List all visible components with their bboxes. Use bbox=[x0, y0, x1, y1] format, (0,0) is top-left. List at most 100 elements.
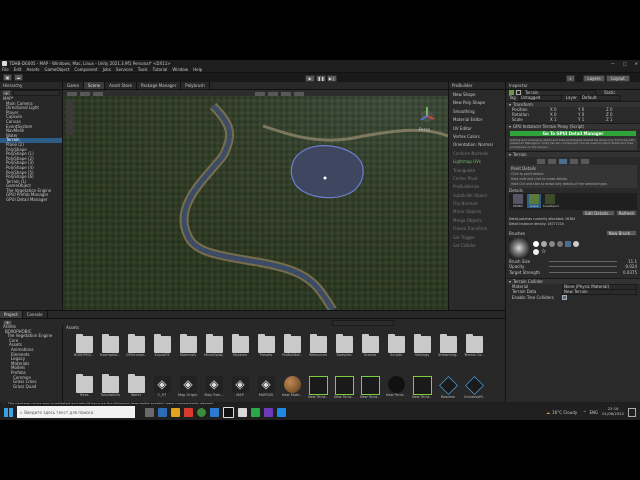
pb-subdivide-object[interactable]: Subdivide Object bbox=[449, 192, 505, 200]
asset-folder[interactable]: ProBuilder... bbox=[282, 334, 302, 357]
terrain-tool-button[interactable] bbox=[536, 157, 546, 165]
brush-option[interactable] bbox=[573, 240, 579, 247]
pb-freeze-transform[interactable]: Freeze Transform bbox=[449, 225, 505, 233]
asset-folder[interactable]: KriptoFX bbox=[152, 334, 172, 357]
asset-folder[interactable]: Samples bbox=[334, 334, 354, 357]
pb-vertex-colors[interactable]: Vertex Colors bbox=[449, 133, 505, 141]
asset-folder[interactable]: BOXOPHO... bbox=[74, 334, 94, 357]
app-icon[interactable] bbox=[158, 407, 167, 417]
brush-option[interactable] bbox=[533, 248, 539, 255]
menu-gameobject[interactable]: GameObject bbox=[44, 67, 69, 72]
tab-scene[interactable]: Scene bbox=[83, 82, 106, 89]
asset-terrain-layer[interactable]: New Terra... bbox=[386, 376, 406, 397]
asset-folder[interactable]: Water bbox=[126, 374, 146, 397]
new-brush-button[interactable]: New Brush... bbox=[605, 230, 637, 237]
asset-unity-scene[interactable]: ◈ MAPSSS bbox=[256, 376, 276, 397]
menu-services[interactable]: Services bbox=[116, 67, 133, 72]
pb-new-poly-shape[interactable]: New Poly Shape bbox=[449, 99, 505, 107]
terrain-settings-button[interactable] bbox=[580, 157, 590, 165]
asset-folder[interactable]: MicroSplat... bbox=[204, 334, 224, 357]
brush-option[interactable] bbox=[541, 240, 547, 247]
menu-jobs[interactable]: Jobs bbox=[103, 67, 111, 72]
asset-unity-scene[interactable]: ◈ Map Tran... bbox=[204, 376, 224, 397]
unity-editor-icon[interactable] bbox=[238, 407, 247, 417]
asset-unity-scene[interactable]: ◈ C_97 bbox=[152, 376, 172, 397]
scale-y[interactable]: Y 1 bbox=[578, 117, 606, 122]
pause-button[interactable]: ❚❚ bbox=[316, 75, 326, 82]
app-icon[interactable] bbox=[277, 407, 286, 417]
refresh-button[interactable]: Refresh bbox=[615, 210, 637, 217]
brush-option[interactable] bbox=[533, 240, 539, 247]
pb-set-trigger[interactable]: Set Trigger bbox=[449, 234, 505, 242]
pb-mirror-objects[interactable]: Mirror Objects bbox=[449, 208, 505, 216]
app-icon[interactable] bbox=[251, 407, 260, 417]
asset-terrain-data[interactable]: New Terra... bbox=[308, 376, 328, 399]
target-strength-slider[interactable] bbox=[549, 271, 617, 273]
target-strength-value[interactable]: 0.0375 bbox=[617, 270, 637, 275]
asset-terrain-data[interactable]: New Terra... bbox=[360, 376, 380, 399]
tab-console[interactable]: Console bbox=[23, 311, 48, 318]
opacity-slider[interactable] bbox=[549, 266, 617, 268]
search-icon[interactable]: ⌕ bbox=[566, 75, 575, 82]
breadcrumb[interactable]: Assets bbox=[66, 325, 79, 330]
asset-folder[interactable]: Resources bbox=[308, 334, 328, 357]
tag-dropdown[interactable]: Untagged bbox=[518, 94, 562, 101]
tab-game[interactable]: Game bbox=[63, 82, 84, 89]
pb-triangulate[interactable]: Triangulate bbox=[449, 167, 505, 175]
asset-unity-scene[interactable]: ◈ MAP bbox=[230, 376, 250, 397]
app-icon[interactable] bbox=[184, 407, 193, 417]
app-icon[interactable] bbox=[264, 407, 273, 417]
menu-component[interactable]: Component bbox=[74, 67, 97, 72]
taskbar-search-input[interactable]: ⌕ Введите здесь текст для поиска bbox=[17, 406, 135, 418]
asset-folder[interactable]: Streaming... bbox=[438, 334, 458, 357]
tab-project[interactable]: Project bbox=[0, 311, 23, 318]
tab-asset-store[interactable]: Asset Store bbox=[105, 82, 137, 89]
asset-folder[interactable]: Mylatea bbox=[230, 334, 250, 357]
clock[interactable]: 22:16 01/06/2022 bbox=[602, 407, 624, 416]
pb-set-collider[interactable]: Set Collider bbox=[449, 242, 505, 250]
app-icon[interactable] bbox=[210, 407, 219, 417]
paint-details-tool-button[interactable] bbox=[558, 157, 568, 165]
asset-folder[interactable]: Scripts bbox=[386, 334, 406, 357]
pb-material-editor[interactable]: Material Editor bbox=[449, 116, 505, 124]
menu-help[interactable]: Help bbox=[193, 67, 202, 72]
windows-start-icon[interactable] bbox=[4, 407, 13, 417]
layout-dropdown[interactable]: Layout bbox=[606, 75, 630, 82]
asset-folder[interactable]: TutorialInfo bbox=[100, 374, 120, 397]
task-view-icon[interactable] bbox=[145, 407, 154, 417]
scale-z[interactable]: Z 1 bbox=[606, 117, 634, 122]
star-brush-icon[interactable]: ☆ bbox=[541, 248, 547, 255]
detail-thumb-selected[interactable]: Grass bbox=[527, 194, 541, 209]
brush-option-selected[interactable] bbox=[565, 240, 571, 247]
menu-tools[interactable]: Tools bbox=[138, 67, 148, 72]
edit-details-button[interactable]: Edit Details... bbox=[582, 210, 615, 217]
asset-folder[interactable]: Presets bbox=[256, 334, 276, 357]
tab-polybrush[interactable]: Polybrush bbox=[181, 82, 210, 89]
brush-option[interactable] bbox=[549, 240, 555, 247]
minimize-button[interactable]: — bbox=[611, 61, 615, 66]
account-button[interactable]: ▣ bbox=[3, 74, 12, 81]
menu-file[interactable]: File bbox=[2, 67, 9, 72]
notifications-icon[interactable] bbox=[628, 407, 636, 417]
transform-tools[interactable] bbox=[66, 99, 73, 135]
layer-dropdown[interactable]: Default bbox=[579, 94, 621, 101]
chrome-icon[interactable] bbox=[197, 407, 206, 417]
asset-folder[interactable]: Settings bbox=[412, 334, 432, 357]
probuilder-tab[interactable]: ProBuilder bbox=[449, 82, 505, 90]
hierarchy-tab[interactable]: Hierarchy bbox=[0, 82, 62, 90]
detail-thumb[interactable]: Mt0BX bbox=[511, 194, 525, 208]
enable-tree-colliders-checkbox[interactable] bbox=[562, 294, 567, 300]
brush-size-slider[interactable] bbox=[549, 261, 617, 263]
persp-label[interactable]: Persp bbox=[419, 127, 430, 132]
hierarchy-item[interactable]: GPUI Detail Manager bbox=[0, 197, 62, 203]
asset-unity-scene[interactable]: ◈Map Origin... bbox=[178, 376, 198, 397]
asset-folder[interactable]: Scenes bbox=[360, 334, 380, 357]
asset-material[interactable]: New Mate... bbox=[282, 376, 302, 397]
close-button[interactable]: ✕ bbox=[635, 61, 638, 66]
pb-orientation[interactable]: Orientation: Normal bbox=[449, 141, 505, 149]
asset-folder[interactable]: GPUInstan... bbox=[126, 334, 146, 357]
menu-window[interactable]: Window bbox=[172, 67, 188, 72]
language-indicator[interactable]: ENG bbox=[589, 410, 598, 415]
gpui-component-header[interactable]: ▾ GPU Instancer Terrain Proxy (Script) bbox=[506, 122, 640, 130]
menu-tutorial[interactable]: Tutorial bbox=[153, 67, 168, 72]
